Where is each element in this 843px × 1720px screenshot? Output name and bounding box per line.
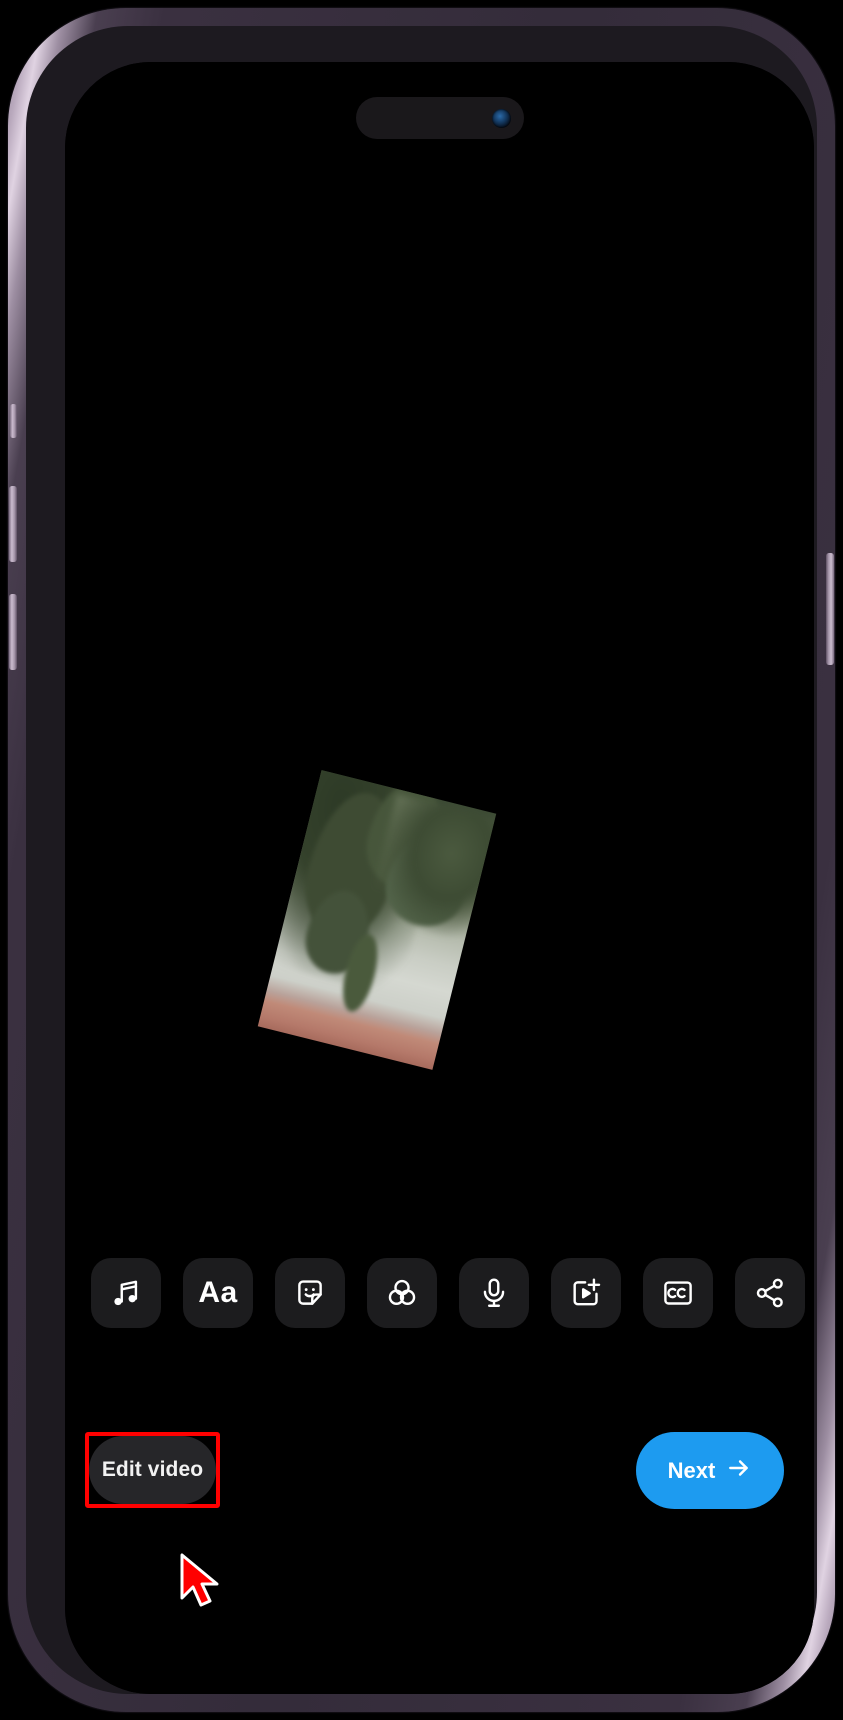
music-note-icon-button[interactable]	[91, 1258, 161, 1328]
editor-toolbar[interactable]: Aa	[65, 1258, 814, 1328]
rotated-video-thumbnail[interactable]	[257, 770, 497, 1070]
share-icon	[753, 1276, 787, 1310]
power-button[interactable]	[826, 553, 834, 665]
volume-up-button[interactable]	[9, 486, 17, 562]
closed-captions-icon	[661, 1276, 695, 1310]
silent-switch[interactable]	[10, 404, 17, 438]
add-clip-icon	[569, 1276, 603, 1310]
phone-screen: Aa Edit video Next	[65, 62, 814, 1694]
music-note-icon	[109, 1276, 143, 1310]
edit-video-label: Edit video	[101, 1458, 204, 1481]
microphone-icon-button[interactable]	[459, 1258, 529, 1328]
edit-video-button[interactable]: Edit video	[89, 1436, 216, 1504]
next-button[interactable]: Next	[636, 1432, 784, 1509]
add-clip-icon-button[interactable]	[551, 1258, 621, 1328]
share-icon-button[interactable]	[735, 1258, 805, 1328]
closed-captions-icon-button[interactable]	[643, 1258, 713, 1328]
mouse-cursor	[178, 1553, 224, 1611]
video-preview-container[interactable]	[257, 770, 497, 1070]
effects-circles-icon-button[interactable]	[367, 1258, 437, 1328]
arrow-right-icon	[726, 1455, 752, 1486]
phone-device-frame: Aa Edit video Next	[8, 8, 835, 1712]
next-label: Next	[667, 1457, 716, 1483]
bottom-action-bar: Edit video Next	[65, 1432, 814, 1532]
dynamic-island	[355, 97, 524, 139]
video-composer-screen: Aa Edit video Next	[65, 62, 814, 1694]
effects-circles-icon	[385, 1276, 419, 1310]
text-aa-icon: Aa	[198, 1276, 238, 1309]
phone-bezel: Aa Edit video Next	[26, 26, 817, 1694]
text-aa-icon-button[interactable]: Aa	[183, 1258, 253, 1328]
sticker-icon	[293, 1276, 327, 1310]
volume-down-button[interactable]	[9, 594, 17, 670]
front-camera-icon	[491, 108, 511, 128]
microphone-icon	[477, 1276, 511, 1310]
sticker-icon-button[interactable]	[275, 1258, 345, 1328]
